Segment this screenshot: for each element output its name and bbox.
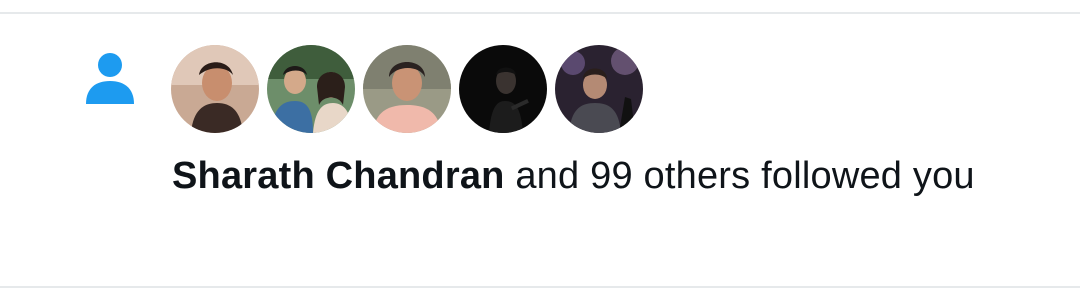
avatar-row (171, 45, 643, 133)
avatar[interactable] (459, 45, 547, 133)
notification-message: Sharath Chandran and 99 others followed … (172, 150, 1032, 202)
divider (0, 12, 1080, 14)
avatar[interactable] (363, 45, 451, 133)
avatar[interactable] (267, 45, 355, 133)
divider (0, 286, 1080, 288)
message-text: and 99 others followed you (504, 155, 975, 197)
actor-name[interactable]: Sharath Chandran (172, 155, 505, 197)
follow-notification[interactable]: Sharath Chandran and 99 others followed … (0, 0, 1080, 296)
person-icon (84, 50, 136, 106)
avatar[interactable] (555, 45, 643, 133)
avatar[interactable] (171, 45, 259, 133)
